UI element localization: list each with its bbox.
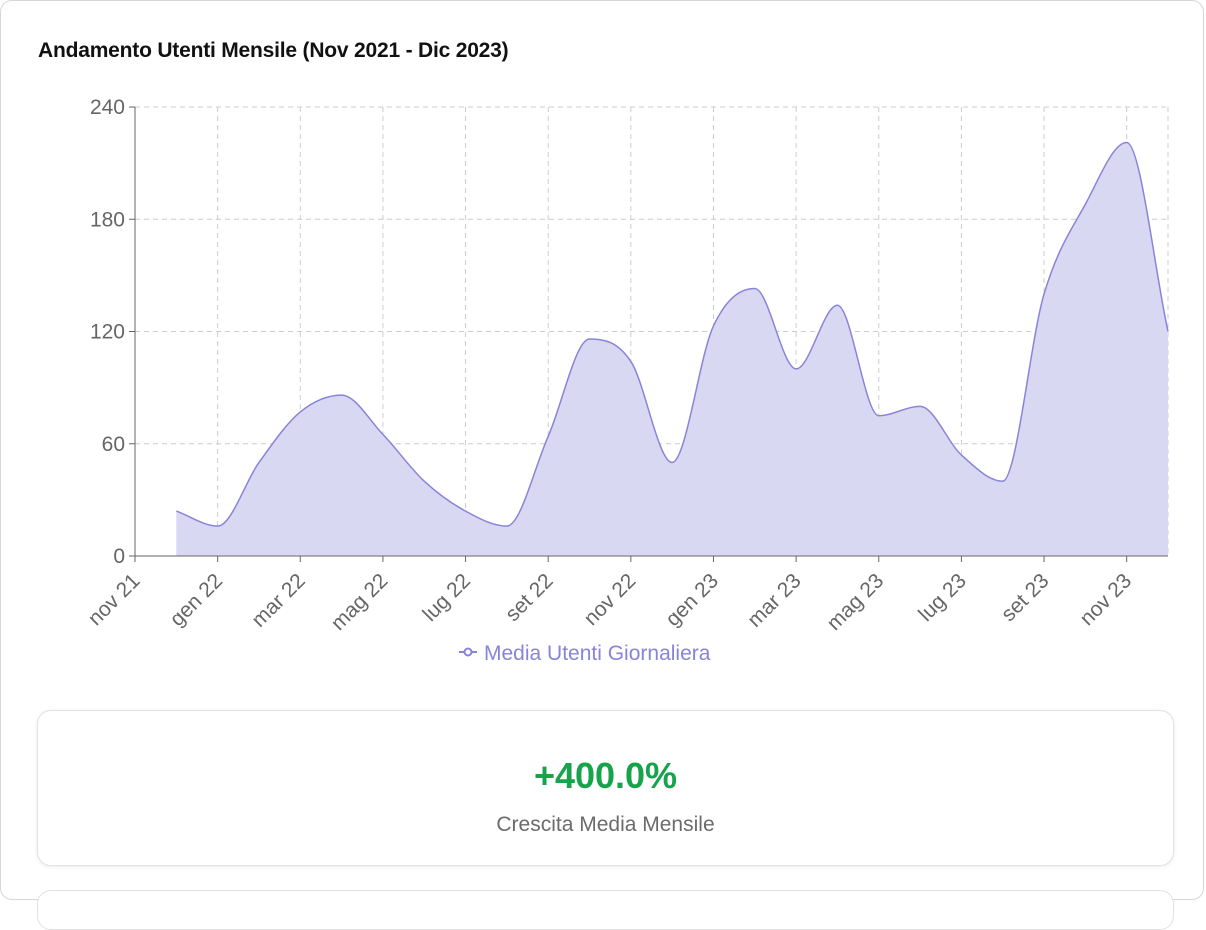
- y-tick-label: 0: [113, 545, 125, 568]
- growth-value: +400.0%: [533, 755, 678, 796]
- y-tick-label: 240: [90, 96, 125, 119]
- x-tick-label: mar 22: [247, 569, 309, 631]
- x-tick-label: mar 23: [743, 569, 805, 631]
- growth-stat-card: +400.0% Crescita Media Mensile: [37, 710, 1174, 866]
- x-tick-label: mag 22: [327, 569, 393, 635]
- legend-label: Media Utenti Giornaliera: [484, 642, 711, 665]
- y-tick-label: 120: [90, 321, 125, 344]
- x-tick-label: nov 22: [580, 569, 641, 630]
- x-tick-label: lug 22: [418, 569, 475, 626]
- series-area: [176, 142, 1168, 556]
- y-tick-label: 180: [90, 208, 125, 231]
- next-stat-card: [37, 890, 1174, 930]
- x-tick-label: nov 23: [1075, 569, 1136, 630]
- y-tick-label: 60: [102, 433, 125, 456]
- x-tick-label: set 22: [501, 569, 558, 626]
- x-tick-label: set 23: [997, 569, 1054, 626]
- legend-marker-icon: [463, 647, 473, 657]
- area-chart: 0 60 120 180 240 nov 21 gen 22 mar 22 mag 22 lug …: [84, 96, 1169, 665]
- growth-label: Crescita Media Mensile: [496, 813, 715, 836]
- x-tick-label: nov 21: [84, 569, 145, 630]
- x-tick-label: gen 22: [165, 569, 227, 631]
- x-tick-label: lug 23: [914, 569, 971, 626]
- x-tick-label: gen 23: [661, 569, 723, 631]
- x-tick-label: mag 23: [823, 569, 889, 635]
